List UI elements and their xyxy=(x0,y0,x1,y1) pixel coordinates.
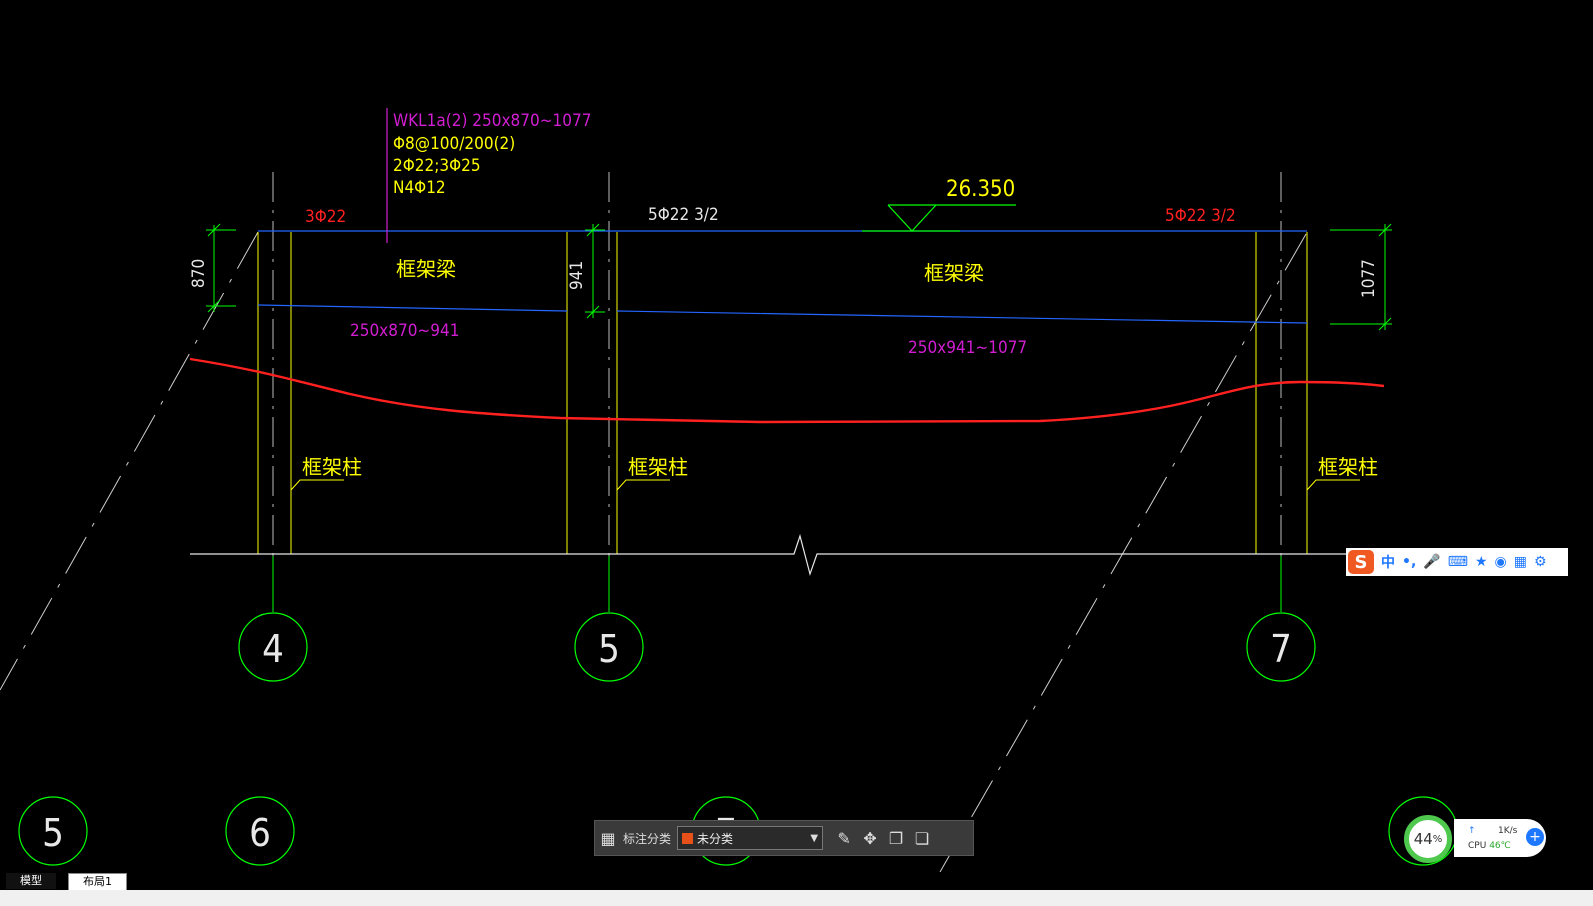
copy-icon[interactable]: ❐ xyxy=(883,825,909,851)
paste-icon[interactable]: ❏ xyxy=(909,825,935,851)
ground-break-line xyxy=(190,533,1360,577)
apps-icon[interactable]: ▦ xyxy=(1514,554,1527,570)
punctuation-icon[interactable]: •, xyxy=(1402,554,1416,570)
keyboard-icon[interactable]: ⌨ xyxy=(1448,554,1468,570)
performance-widget[interactable]: ↑ 1K/s CPU 46℃ + 44% xyxy=(1404,815,1548,863)
category-dropdown[interactable]: 未分类 ▼ xyxy=(677,826,824,850)
section-label-right: 250x941~1077 xyxy=(908,338,1027,358)
move-icon[interactable]: ✥ xyxy=(857,825,883,851)
axis-bubble-4: 4 xyxy=(238,612,308,682)
dimension-middle xyxy=(585,223,605,319)
ime-toolbar: S 中 •, 🎤 ⌨ ★ ◉ ▦ ⚙ xyxy=(1346,548,1568,576)
column-label-leaders xyxy=(290,479,1360,491)
game-icon[interactable]: ◉ xyxy=(1495,554,1507,570)
sogou-logo-icon[interactable]: S xyxy=(1348,550,1374,574)
dimension-right-value: 1077 xyxy=(1359,259,1379,298)
net-speed: 1K/s xyxy=(1498,826,1518,836)
tab-model[interactable]: 模型 xyxy=(6,873,56,889)
beam-annotation-line3: 2Φ22;3Φ25 xyxy=(393,156,481,176)
column-label-3: 框架柱 xyxy=(1318,455,1378,479)
memory-usage-ring[interactable]: 44% xyxy=(1404,815,1452,863)
axis-bubble-bottom-5: 5 xyxy=(18,796,88,866)
cpu-temp: 46℃ xyxy=(1489,841,1511,851)
beam-label-right: 框架梁 xyxy=(924,261,984,285)
elevation-value: 26.350 xyxy=(946,177,1015,202)
beam-annotation-line2: Φ8@100/200(2) xyxy=(393,134,515,154)
support-rebar-middle: 5Φ22 3/2 xyxy=(648,205,719,225)
dimension-left xyxy=(206,223,236,313)
support-rebar-right: 5Φ22 3/2 xyxy=(1165,206,1236,226)
dimension-left-value: 870 xyxy=(189,259,209,288)
section-label-left: 250x870~941 xyxy=(350,321,459,341)
dashed-reference-lines xyxy=(0,231,1307,873)
svg-text:5: 5 xyxy=(598,627,620,671)
svg-text:6: 6 xyxy=(249,811,271,855)
category-color-swatch xyxy=(682,832,694,844)
upload-arrow-icon: ↑ xyxy=(1468,826,1476,836)
axis-center-lines xyxy=(272,172,1282,556)
memory-percent: 44 xyxy=(1413,830,1433,848)
red-rebar-curve xyxy=(189,357,1385,424)
axis-leader-lines xyxy=(272,556,1282,612)
axis-bubble-bottom-6: 6 xyxy=(225,796,295,866)
svg-text:7: 7 xyxy=(1270,627,1292,671)
edit-icon[interactable]: ✎ xyxy=(831,825,857,851)
boost-plus-icon[interactable]: + xyxy=(1526,828,1544,846)
layout-tab-bar: 模型 布局1 xyxy=(0,872,1593,891)
chevron-down-icon: ▼ xyxy=(810,832,819,844)
elevation-symbol xyxy=(862,204,1016,232)
microphone-icon[interactable]: 🎤 xyxy=(1423,554,1440,570)
column-label-1: 框架柱 xyxy=(302,455,362,479)
category-value: 未分类 xyxy=(697,831,734,846)
annotation-category-toolbar: ▦ 标注分类 未分类 ▼ ✎ ✥ ❐ ❏ xyxy=(594,820,974,856)
axis-bubble-5: 5 xyxy=(574,612,644,682)
tab-layout1[interactable]: 布局1 xyxy=(68,873,127,891)
support-rebar-left: 3Φ22 xyxy=(305,207,346,227)
status-strip xyxy=(0,890,1593,906)
dimension-middle-value: 941 xyxy=(567,261,587,290)
memory-percent-unit: % xyxy=(1432,833,1443,845)
svg-text:4: 4 xyxy=(262,627,284,671)
beam-annotation-line1: WKL1a(2) 250x870~1077 xyxy=(393,111,591,131)
perf-stats: ↑ 1K/s CPU 46℃ + xyxy=(1454,819,1546,857)
cpu-label: CPU xyxy=(1468,841,1487,851)
category-label: 标注分类 xyxy=(623,831,672,846)
beam-annotation-line4: N4Φ12 xyxy=(393,178,446,198)
axis-bubble-7: 7 xyxy=(1246,612,1316,682)
settings-icon[interactable]: ⚙ xyxy=(1534,554,1547,570)
grid-icon[interactable]: ▦ xyxy=(595,825,621,851)
skin-icon[interactable]: ★ xyxy=(1475,554,1488,570)
column-label-2: 框架柱 xyxy=(628,455,688,479)
cpu-readout: CPU 46℃ xyxy=(1468,841,1511,851)
beam-label-left: 框架梁 xyxy=(396,257,456,281)
ime-mode-toggle[interactable]: 中 xyxy=(1381,552,1395,572)
svg-text:5: 5 xyxy=(42,811,64,855)
cad-drawing-canvas[interactable]: 26.350 WKL1a(2) 250x870~1077 Φ8@100/200(… xyxy=(0,0,1593,906)
